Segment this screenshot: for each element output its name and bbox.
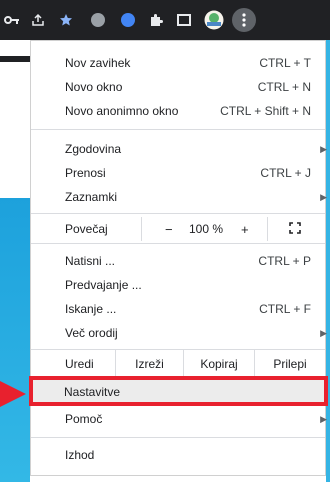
page-blue-area: [0, 198, 30, 482]
menu-item-label: Zgodovina: [65, 142, 122, 156]
menu-item-label: Nov zavihek: [65, 56, 131, 70]
shortcut-label: CTRL + Shift + N: [220, 104, 311, 118]
menu-divider: [31, 437, 325, 438]
menu-item-more-tools[interactable]: Več orodij ▶: [31, 321, 327, 345]
menu-item-label: Prenosi: [65, 166, 106, 180]
submenu-arrow-icon: ▶: [320, 191, 327, 202]
zoom-level: 100 %: [189, 222, 224, 236]
shortcut-label: CTRL + N: [257, 80, 311, 94]
zoom-divider: [141, 217, 142, 241]
window-icon[interactable]: [174, 10, 194, 30]
extension-blue-icon[interactable]: [118, 10, 138, 30]
cut-button[interactable]: Izreži: [116, 349, 183, 379]
menu-item-label: Natisni ...: [65, 254, 116, 268]
menu-kebab-icon[interactable]: [232, 8, 256, 32]
zoom-divider: [267, 217, 268, 241]
menu-item-bookmarks[interactable]: Zaznamki ▶: [31, 185, 327, 209]
menu-item-label: Povečaj: [65, 222, 108, 236]
submenu-arrow-icon: ▶: [320, 413, 327, 424]
shortcut-label: CTRL + J: [260, 166, 311, 180]
paste-button[interactable]: Prilepi: [255, 349, 325, 379]
menu-item-downloads[interactable]: Prenosi CTRL + J: [31, 161, 325, 185]
browser-toolbar: [0, 0, 330, 40]
menu-item-help[interactable]: Pomoč ▶: [31, 407, 327, 431]
shortcut-label: CTRL + P: [258, 254, 311, 268]
menu-item-cast[interactable]: Predvajanje ...: [31, 273, 325, 297]
fullscreen-button[interactable]: [289, 221, 301, 237]
zoom-out-button[interactable]: −: [165, 222, 173, 237]
menu-item-print[interactable]: Natisni ... CTRL + P: [31, 249, 325, 273]
menu-item-edit: Uredi Izreži Kopiraj Prilepi: [31, 349, 325, 379]
key-icon[interactable]: [2, 10, 22, 30]
menu-item-label: Uredi: [65, 357, 94, 371]
submenu-arrow-icon: ▶: [320, 327, 327, 338]
profile-avatar-icon[interactable]: [204, 10, 224, 30]
submenu-arrow-icon: ▶: [320, 143, 327, 154]
menu-item-new-window[interactable]: Novo okno CTRL + N: [31, 75, 325, 99]
menu-item-incognito[interactable]: Novo anonimno okno CTRL + Shift + N: [31, 99, 325, 123]
browser-menu: Nov zavihek CTRL + T Novo okno CTRL + N …: [30, 40, 327, 476]
menu-item-find[interactable]: Iskanje ... CTRL + F: [31, 297, 325, 321]
menu-item-label: Predvajanje ...: [65, 278, 142, 292]
menu-item-label: Izhod: [65, 448, 95, 462]
bookmark-star-icon[interactable]: [56, 10, 76, 30]
copy-button[interactable]: Kopiraj: [184, 349, 254, 379]
menu-item-label: Več orodij: [65, 326, 118, 340]
menu-item-settings-label: Nastavitve: [64, 385, 121, 399]
menu-item-label: Iskanje ...: [65, 302, 117, 316]
shortcut-label: CTRL + T: [259, 56, 311, 70]
menu-item-label: Novo okno: [65, 80, 123, 94]
red-pointer-arrow-icon: [0, 381, 26, 407]
menu-divider: [31, 129, 325, 130]
menu-item-history[interactable]: Zgodovina ▶: [31, 137, 327, 161]
extension-grey-icon[interactable]: [88, 10, 108, 30]
menu-item-label: Zaznamki: [65, 190, 118, 204]
menu-divider: [31, 243, 325, 244]
menu-item-exit[interactable]: Izhod: [31, 443, 325, 467]
zoom-in-button[interactable]: +: [241, 222, 249, 237]
extensions-puzzle-icon[interactable]: [146, 10, 166, 30]
menu-item-zoom: Povečaj − 100 % +: [31, 217, 325, 241]
menu-item-label: Pomoč: [65, 412, 103, 426]
shortcut-label: CTRL + F: [259, 302, 311, 316]
menu-item-new-tab[interactable]: Nov zavihek CTRL + T: [31, 51, 325, 75]
share-icon[interactable]: [28, 10, 48, 30]
menu-item-label: Novo anonimno okno: [65, 104, 179, 118]
fullscreen-icon: [289, 222, 301, 234]
menu-divider: [31, 213, 325, 214]
